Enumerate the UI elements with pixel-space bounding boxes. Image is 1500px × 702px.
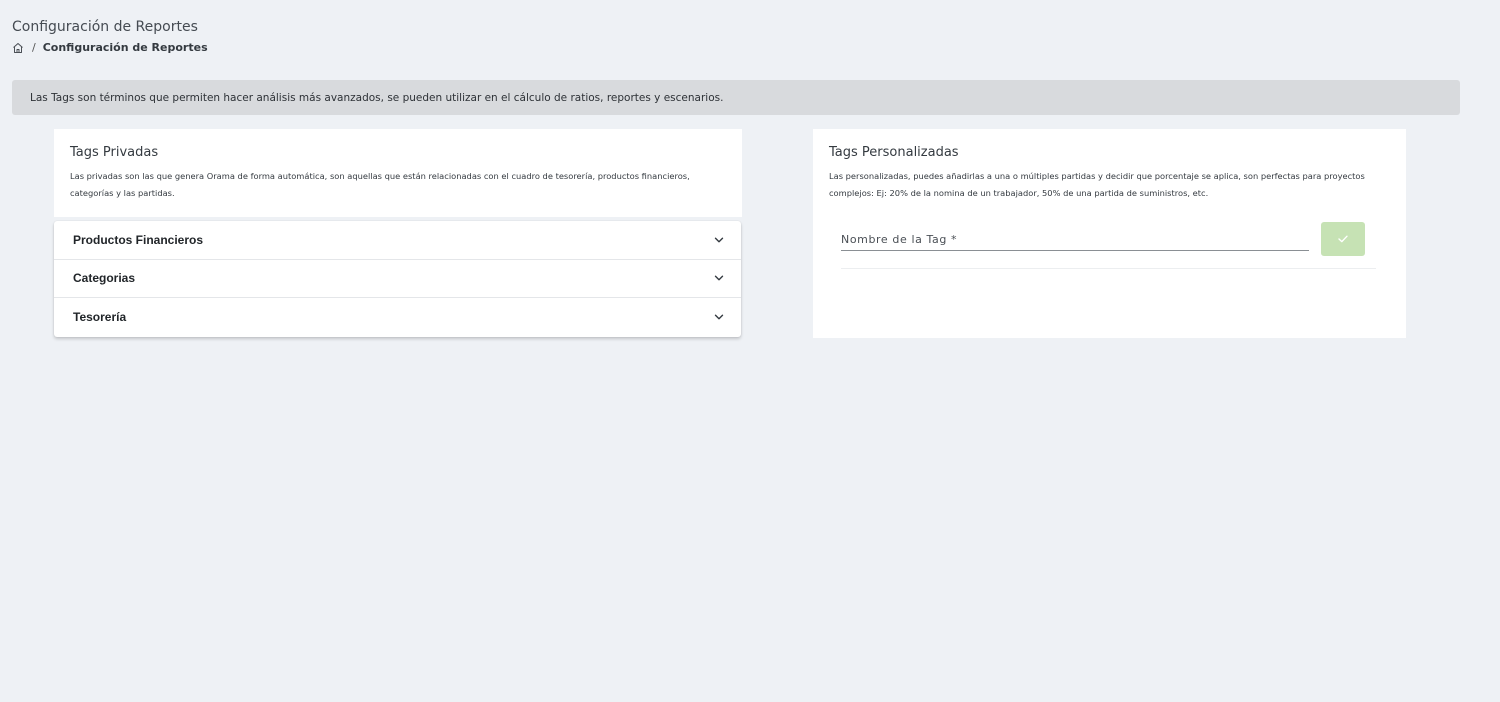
tag-name-input[interactable] (841, 228, 1309, 251)
accordion-item-label: Tesorería (73, 310, 127, 325)
accordion-item-categorias[interactable]: Categorias (54, 260, 741, 298)
info-alert: Las Tags son términos que permiten hacer… (12, 80, 1460, 115)
private-tags-accordion: Productos Financieros Categorias Tesorer… (54, 221, 741, 337)
info-alert-text: Las Tags son términos que permiten hacer… (30, 91, 724, 104)
home-icon[interactable] (12, 42, 24, 54)
accordion-item-label: Categorias (73, 271, 136, 286)
accordion-item-tesoreria[interactable]: Tesorería (54, 298, 741, 337)
tag-form (841, 222, 1376, 269)
breadcrumb: / Configuración de Reportes (12, 41, 208, 54)
custom-tags-title: Tags Personalizadas (829, 145, 959, 160)
breadcrumb-separator: / (32, 41, 36, 54)
breadcrumb-current: Configuración de Reportes (42, 41, 208, 54)
accordion-item-label: Productos Financieros (73, 232, 204, 247)
private-tags-card: Tags Privadas Las privadas son las que g… (54, 129, 742, 217)
private-tags-description: Las privadas son las que genera Orama de… (70, 171, 690, 198)
accordion-item-productos-financieros[interactable]: Productos Financieros (54, 221, 741, 260)
page-title: Configuración de Reportes (12, 19, 198, 35)
chevron-down-icon[interactable] (714, 273, 724, 283)
check-icon (1338, 235, 1348, 243)
custom-tags-card: Tags Personalizadas Las personalizadas, … (813, 129, 1406, 338)
private-tags-title: Tags Privadas (70, 145, 159, 160)
chevron-down-icon[interactable] (714, 312, 724, 322)
add-tag-button[interactable] (1321, 222, 1365, 256)
custom-tags-description: Las personalizadas, puedes añadirlas a u… (829, 171, 1365, 198)
chevron-down-icon[interactable] (714, 235, 724, 245)
